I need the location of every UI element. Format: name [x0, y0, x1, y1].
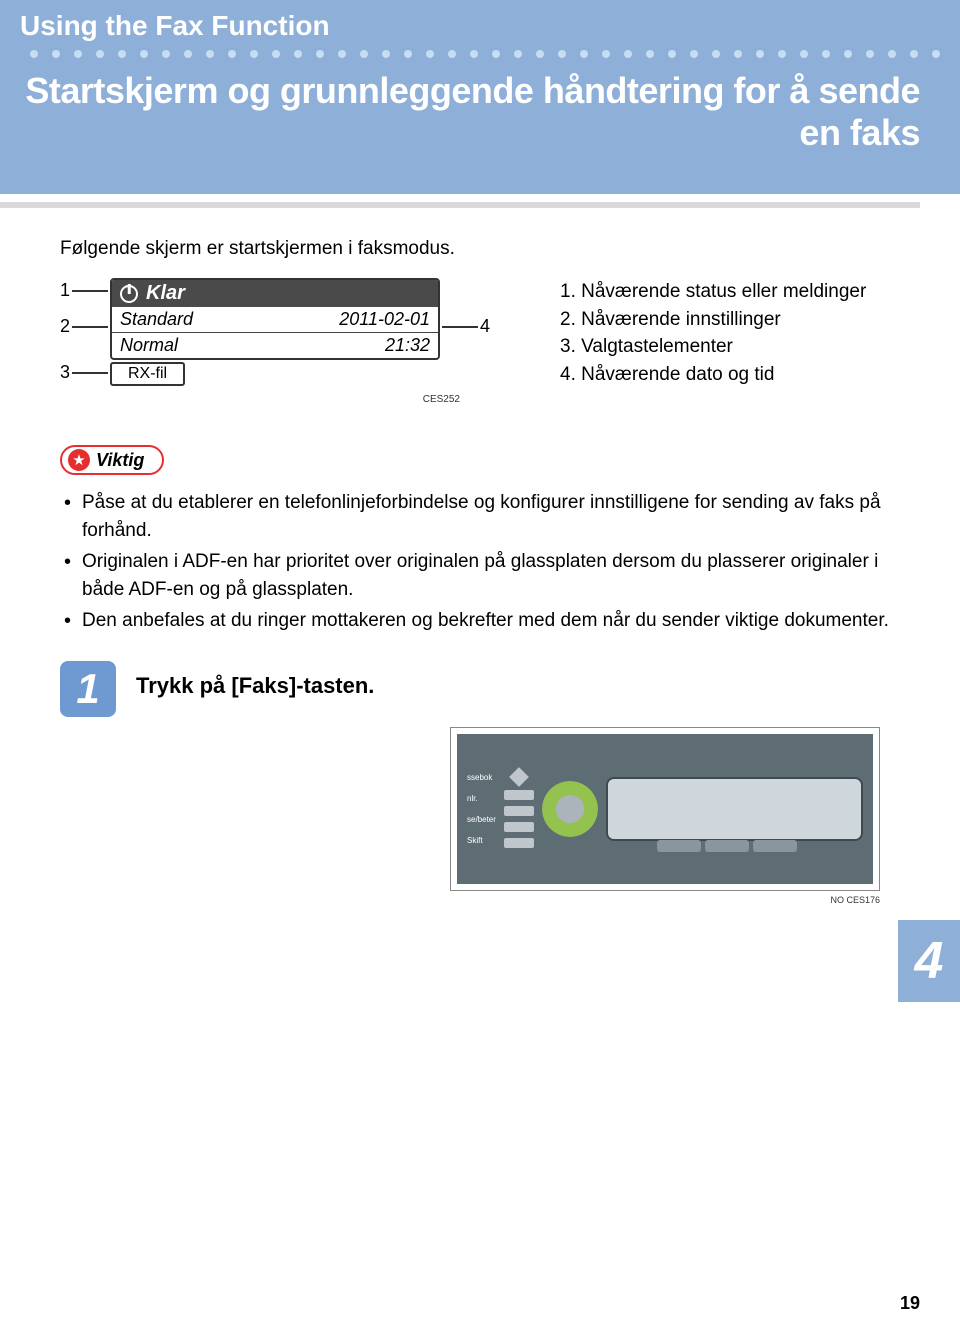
intro-text: Følgende skjerm er startskjermen i faksm…	[60, 238, 900, 260]
bullet-item: Den anbefales at du ringer mottakeren og…	[60, 607, 900, 635]
select-button-icon	[753, 840, 797, 852]
main-title: Using the Fax Function	[20, 10, 940, 42]
power-icon	[120, 285, 138, 303]
legend-item: 3. Valgtastelementer	[560, 333, 866, 361]
panel-lcd-icon	[606, 777, 863, 841]
lcd-mode-row: Standard 2011-02-01	[112, 307, 438, 333]
callout-line	[72, 372, 108, 374]
important-bullets: Påse at du etablerer en telefonlinjeforb…	[60, 489, 900, 635]
control-panel-figure: ssebok nlr. se/beter Skift	[450, 727, 880, 905]
mini-button-icon	[504, 806, 534, 816]
callout-line	[72, 290, 108, 292]
panel-button-column	[504, 770, 534, 848]
lcd-status: Klar	[146, 282, 185, 305]
select-button-icon	[657, 840, 701, 852]
lcd-screen: Klar Standard 2011-02-01 Normal 21:32	[110, 278, 440, 360]
page-header: Using the Fax Function Startskjerm og gr…	[0, 0, 960, 194]
important-label: Viktig	[96, 450, 144, 471]
callout-3: 3	[60, 362, 70, 383]
lcd-rxfile: RX-fil	[110, 362, 185, 386]
chapter-tab: 4	[898, 920, 960, 1002]
callout-2: 2	[60, 316, 70, 337]
callout-1: 1	[60, 280, 70, 301]
subtitle: Startskjerm og grunnleggende håndtering …	[20, 70, 940, 154]
lcd-quality: Normal	[120, 335, 178, 356]
mini-button-icon	[504, 838, 534, 848]
step-1: 1 Trykk på [Faks]-tasten.	[60, 661, 900, 717]
page-number: 19	[900, 1293, 920, 1314]
select-button-icon	[705, 840, 749, 852]
lcd-status-row: Klar	[112, 280, 438, 307]
lcd-mode: Standard	[120, 309, 193, 330]
important-badge: ★ Viktig	[60, 445, 164, 475]
legend-item: 2. Nåværende innstillinger	[560, 306, 866, 334]
lcd-figure: 1 2 3 4 Klar Standard 2011-02-01 Normal	[60, 278, 520, 405]
bullet-item: Påse at du etablerer en telefonlinjeforb…	[60, 489, 900, 544]
star-icon: ★	[68, 449, 90, 471]
decorative-dots	[30, 50, 940, 58]
nav-wheel-icon	[542, 781, 598, 837]
legend: 1. Nåværende status eller meldinger 2. N…	[560, 278, 866, 405]
callout-line	[72, 326, 108, 328]
legend-item: 1. Nåværende status eller meldinger	[560, 278, 866, 306]
lcd-date: 2011-02-01	[339, 309, 430, 330]
lcd-time: 21:32	[385, 335, 430, 356]
panel-figure-caption: NO CES176	[450, 895, 880, 905]
panel-labels: ssebok nlr. se/beter Skift	[467, 773, 496, 845]
mini-button-icon	[504, 822, 534, 832]
bullet-item: Originalen i ADF-en har prioritet over o…	[60, 548, 900, 603]
diamond-button-icon	[509, 767, 529, 787]
legend-item: 4. Nåværende dato og tid	[560, 361, 866, 389]
lcd-figure-caption: CES252	[60, 394, 460, 405]
panel-select-buttons	[657, 840, 797, 852]
lcd-quality-row: Normal 21:32	[112, 333, 438, 358]
step-title: Trykk på [Faks]-tasten.	[136, 661, 374, 699]
callout-4: 4	[480, 316, 490, 337]
mini-button-icon	[504, 790, 534, 800]
step-number-badge: 1	[60, 661, 116, 717]
callout-line	[442, 326, 478, 328]
